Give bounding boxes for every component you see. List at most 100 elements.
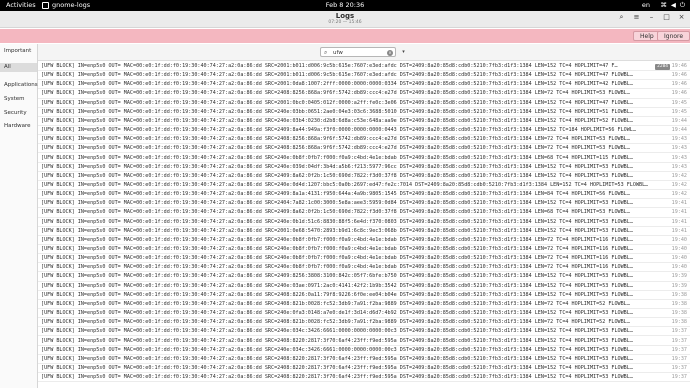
log-message: [UFW BLOCK] IN=enp5s0 OUT= MAC=00:e0:1f:… [41, 346, 633, 353]
log-time: 19:46 [671, 72, 687, 79]
log-row[interactable]: [UFW BLOCK] IN=enp5s0 OUT= MAC=00:e0:1f:… [38, 71, 690, 81]
log-time: 19:46 [671, 81, 687, 88]
log-message: [UFW BLOCK] IN=enp5s0 OUT= MAC=00:e0:1f:… [41, 172, 633, 179]
log-time: 19:40 [671, 236, 687, 243]
log-time: 19:40 [671, 246, 687, 252]
log-message: [UFW BLOCK] IN=enp5s0 OUT= MAC=00:e0:1f:… [41, 181, 649, 188]
log-row[interactable]: [UFW BLOCK] IN=enp5s0 OUT= MAC=00:e0:1f:… [38, 236, 690, 245]
log-row[interactable]: [UFW BLOCK] IN=enp5s0 OUT= MAC=00:e0:1f:… [38, 154, 690, 163]
log-message: [UFW BLOCK] IN=enp5s0 OUT= MAC=00:e0:1f:… [41, 227, 633, 234]
log-row[interactable]: [UFW BLOCK] IN=enp5s0 OUT= MAC=00:e0:1f:… [38, 300, 690, 310]
log-row[interactable]: [UFW BLOCK] IN=enp5s0 OUT= MAC=00:e0:1f:… [38, 245, 690, 255]
log-row[interactable]: [UFW BLOCK] IN=enp5s0 OUT= MAC=00:e0:1f:… [38, 108, 690, 117]
log-message: [UFW BLOCK] IN=enp5s0 OUT= MAC=00:e0:1f:… [41, 218, 633, 225]
log-row[interactable]: [UFW BLOCK] IN=enp5s0 OUT= MAC=00:e0:1f:… [38, 190, 690, 200]
log-row[interactable]: [UFW BLOCK] IN=enp5s0 OUT= MAC=00:e0:1f:… [38, 318, 690, 328]
log-row[interactable]: [UFW BLOCK] IN=enp5s0 OUT= MAC=00:e0:1f:… [38, 208, 690, 218]
log-row[interactable]: [UFW BLOCK] IN=enp5s0 OUT= MAC=00:e0:1f:… [38, 355, 690, 364]
log-row[interactable]: [UFW BLOCK] IN=enp5s0 OUT= MAC=00:e0:1f:… [38, 364, 690, 374]
log-message: [UFW BLOCK] IN=enp5s0 OUT= MAC=00:e0:1f:… [41, 328, 633, 335]
log-message: [UFW BLOCK] IN=enp5s0 OUT= MAC=00:e0:1f:… [41, 291, 633, 298]
log-time: 19:38 [671, 319, 687, 326]
log-time: 19:37 [671, 355, 687, 362]
sidebar: Important All Applications System Securi… [0, 44, 38, 388]
clock[interactable]: Feb 8 20:36 [0, 1, 690, 9]
log-time: 19:37 [671, 328, 687, 335]
log-row[interactable]: [UFW BLOCK] IN=enp5s0 OUT= MAC=00:e0:1f:… [38, 337, 690, 346]
minimize-icon[interactable]: – [647, 13, 656, 22]
maximize-icon[interactable]: □ [662, 13, 671, 22]
log-row[interactable]: [UFW BLOCK] IN=enp5s0 OUT= MAC=00:e0:1f:… [38, 117, 690, 127]
log-message: [UFW BLOCK] IN=enp5s0 OUT= MAC=00:e0:1f:… [41, 246, 633, 252]
log-time: 19:43 [671, 136, 687, 143]
log-row[interactable]: [UFW BLOCK] IN=enp5s0 OUT= MAC=00:e0:1f:… [38, 163, 690, 172]
log-row[interactable]: [UFW BLOCK] IN=enp5s0 OUT= MAC=00:e0:1f:… [38, 199, 690, 209]
log-message: [UFW BLOCK] IN=enp5s0 OUT= MAC=00:e0:1f:… [41, 319, 630, 326]
log-time: 19:43 [671, 154, 687, 161]
input-language[interactable]: en [642, 1, 650, 9]
system-menu[interactable]: ⌘ ◀ ⏻ [660, 1, 685, 10]
log-time: 19:37 [671, 374, 687, 381]
log-message: [UFW BLOCK] IN=enp5s0 OUT= MAC=00:e0:1f:… [41, 282, 633, 289]
search-input[interactable]: ⌕ ufw × [320, 47, 396, 57]
search-icon[interactable]: ⌕ [617, 13, 626, 22]
log-message: [UFW BLOCK] IN=enp5s0 OUT= MAC=00:e0:1f:… [41, 117, 633, 124]
log-row[interactable]: [UFW BLOCK] IN=enp5s0 OUT= MAC=00:e0:1f:… [38, 227, 690, 236]
log-message: [UFW BLOCK] IN=enp5s0 OUT= MAC=00:e0:1f:… [41, 154, 633, 161]
sidebar-item-system[interactable]: System [0, 95, 37, 104]
sidebar-item-applications[interactable]: Applications [0, 81, 38, 90]
log-message: [UFW BLOCK] IN=enp5s0 OUT= MAC=00:e0:1f:… [41, 255, 633, 262]
log-row[interactable]: [UFW BLOCK] IN=enp5s0 OUT= MAC=00:e0:1f:… [38, 144, 690, 154]
log-row[interactable]: [UFW BLOCK] IN=enp5s0 OUT= MAC=00:e0:1f:… [38, 263, 690, 273]
log-message: [UFW BLOCK] IN=enp5s0 OUT= MAC=00:e0:1f:… [41, 273, 633, 280]
log-message: [UFW BLOCK] IN=enp5s0 OUT= MAC=00:e0:1f:… [41, 81, 633, 88]
log-time: 19:41 [671, 218, 687, 225]
log-list[interactable]: [UFW BLOCK] IN=enp5s0 OUT= MAC=00:e0:1f:… [38, 62, 690, 388]
log-message: [UFW BLOCK] IN=enp5s0 OUT= MAC=00:e0:1f:… [41, 90, 630, 97]
log-row[interactable]: [UFW BLOCK] IN=enp5s0 OUT= MAC=00:e0:1f:… [38, 80, 690, 90]
search-value: ufw [333, 49, 343, 56]
log-row[interactable]: [UFW BLOCK] IN=enp5s0 OUT= MAC=00:e0:1f:… [38, 135, 690, 145]
log-message: [UFW BLOCK] IN=enp5s0 OUT= MAC=00:e0:1f:… [41, 108, 633, 115]
log-time: 19:43 [671, 145, 687, 152]
close-icon[interactable]: × [677, 13, 686, 22]
log-row[interactable]: [UFW BLOCK] IN=enp5s0 OUT= MAC=00:e0:1f:… [38, 172, 690, 181]
log-time: 19:46 [671, 90, 687, 97]
log-row[interactable]: [UFW BLOCK] IN=enp5s0 OUT= MAC=00:e0:1f:… [38, 373, 690, 383]
log-row[interactable]: [UFW BLOCK] IN=enp5s0 OUT= MAC=00:e0:1f:… [38, 99, 690, 108]
log-time: 19:41 [671, 227, 687, 234]
log-row[interactable]: [UFW BLOCK] IN=enp5s0 OUT= MAC=00:e0:1f:… [38, 327, 690, 337]
log-time: 19:46 [671, 63, 687, 69]
log-row[interactable]: [UFW BLOCK] IN=enp5s0 OUT= MAC=00:e0:1f:… [38, 218, 690, 227]
power-icon: ⏻ [679, 1, 685, 9]
sidebar-item-all[interactable]: All [0, 63, 37, 72]
log-row[interactable]: [UFW BLOCK] IN=enp5s0 OUT= MAC=00:e0:1f:… [38, 89, 690, 99]
sidebar-item-important[interactable]: Important [0, 47, 37, 56]
search-icon: ⌕ [324, 49, 328, 56]
log-row[interactable]: [UFW BLOCK] IN=enp5s0 OUT= MAC=00:e0:1f:… [38, 62, 690, 72]
clear-icon[interactable]: × [387, 49, 393, 56]
log-message: [UFW BLOCK] IN=enp5s0 OUT= MAC=00:e0:1f:… [41, 191, 630, 198]
sidebar-item-security[interactable]: Security [0, 109, 37, 118]
log-row[interactable]: [UFW BLOCK] IN=enp5s0 OUT= MAC=00:e0:1f:… [38, 181, 690, 191]
sidebar-item-hardware[interactable]: Hardware [0, 122, 37, 131]
log-time: 19:44 [671, 127, 687, 134]
log-row[interactable]: [UFW BLOCK] IN=enp5s0 OUT= MAC=00:e0:1f:… [38, 126, 690, 136]
volume-icon: ◀ [670, 1, 676, 9]
log-row[interactable]: [UFW BLOCK] IN=enp5s0 OUT= MAC=00:e0:1f:… [38, 254, 690, 264]
search-options-dropdown[interactable]: ▾ [399, 48, 408, 56]
log-row[interactable]: [UFW BLOCK] IN=enp5s0 OUT= MAC=00:e0:1f:… [38, 291, 690, 300]
log-row[interactable]: [UFW BLOCK] IN=enp5s0 OUT= MAC=00:e0:1f:… [38, 282, 690, 291]
log-row[interactable]: [UFW BLOCK] IN=enp5s0 OUT= MAC=00:e0:1f:… [38, 309, 690, 319]
log-row[interactable]: [UFW BLOCK] IN=enp5s0 OUT= MAC=00:e0:1f:… [38, 346, 690, 355]
log-message: [UFW BLOCK] IN=enp5s0 OUT= MAC=00:e0:1f:… [41, 163, 633, 170]
log-time: 19:42 [671, 191, 687, 198]
menu-icon[interactable]: ≡ [632, 13, 641, 22]
log-message: [UFW BLOCK] IN=enp5s0 OUT= MAC=00:e0:1f:… [41, 145, 630, 152]
log-time: 19:39 [671, 282, 687, 289]
repeat-count-badge: 2204 [655, 63, 670, 70]
log-row[interactable]: [UFW BLOCK] IN=enp5s0 OUT= MAC=00:e0:1f:… [38, 272, 690, 282]
window-title: Logs [335, 12, 355, 20]
ignore-button[interactable]: Ignore [657, 31, 690, 41]
log-message: [UFW BLOCK] IN=enp5s0 OUT= MAC=00:e0:1f:… [41, 209, 630, 216]
